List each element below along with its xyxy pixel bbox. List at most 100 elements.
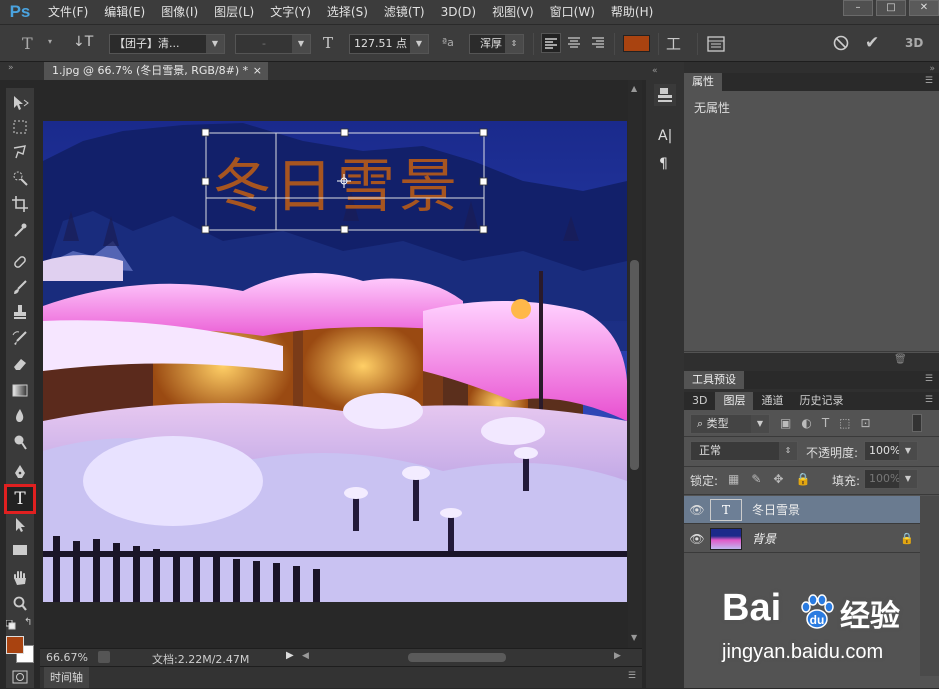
foreground-color-swatch[interactable] xyxy=(6,636,24,654)
layers-scrollbar[interactable] xyxy=(920,496,939,676)
menu-help[interactable]: 帮助(H) xyxy=(603,0,661,24)
rectangle-tool-icon[interactable] xyxy=(6,538,34,562)
pen-tool-icon[interactable] xyxy=(6,460,34,484)
visibility-eye-icon[interactable]: 👁 xyxy=(684,532,710,546)
text-filter-icon[interactable]: T xyxy=(822,416,829,430)
menu-view[interactable]: 视图(V) xyxy=(484,0,542,24)
tab-tool-presets[interactable]: 工具预设 xyxy=(684,371,744,389)
layer-name[interactable]: 冬日雪景 xyxy=(752,501,800,518)
visibility-eye-icon[interactable]: 👁 xyxy=(684,503,710,517)
menu-edit[interactable]: 编辑(E) xyxy=(96,0,153,24)
swap-colors-icon[interactable]: ↰ xyxy=(24,617,32,628)
character-panel-icon[interactable]: A| xyxy=(658,128,672,144)
panel-menu-icon[interactable]: ☰ xyxy=(925,374,933,384)
quick-mask-icon[interactable] xyxy=(12,670,28,684)
status-menu-arrow-icon[interactable]: ▶ xyxy=(286,650,294,661)
clone-stamp-tool-icon[interactable] xyxy=(6,300,34,324)
eyedropper-tool-icon[interactable] xyxy=(6,218,34,242)
lock-position-icon[interactable]: ✥ xyxy=(773,472,783,486)
vertical-scrollbar[interactable]: ▲ ▼ xyxy=(628,80,642,648)
expand-dock-icon[interactable]: « xyxy=(652,66,658,76)
scroll-right-icon[interactable]: ▶ xyxy=(614,651,621,661)
blend-mode-select[interactable]: 正常 ⇕ xyxy=(690,441,798,461)
lasso-tool-icon[interactable] xyxy=(6,140,34,164)
pixel-filter-icon[interactable]: ▣ xyxy=(780,416,791,430)
panel-menu-icon[interactable]: ☰ xyxy=(628,671,636,681)
filter-toggle[interactable] xyxy=(912,414,922,432)
lock-all-icon[interactable]: 🔒 xyxy=(795,472,810,486)
tab-history[interactable]: 历史记录 xyxy=(791,392,851,410)
crop-tool-icon[interactable] xyxy=(6,192,34,216)
align-center-button[interactable] xyxy=(565,33,583,55)
move-tool-icon[interactable] xyxy=(6,91,34,115)
spot-healing-tool-icon[interactable] xyxy=(6,250,34,274)
font-family-select[interactable]: 【团子】清... ▼ xyxy=(109,34,225,54)
scroll-up-icon[interactable]: ▲ xyxy=(631,84,637,93)
commit-check-icon[interactable]: ✔ xyxy=(865,33,879,53)
tab-3d[interactable]: 3D xyxy=(684,392,715,410)
scroll-left-icon[interactable]: ◀ xyxy=(302,651,309,661)
align-right-button[interactable] xyxy=(589,33,607,55)
eraser-tool-icon[interactable] xyxy=(6,352,34,376)
smart-object-filter-icon[interactable]: ⊡ xyxy=(861,416,871,430)
font-size-select[interactable]: 127.51 点 ▼ xyxy=(349,34,429,54)
hand-tool-icon[interactable] xyxy=(6,566,34,590)
status-info-icon[interactable] xyxy=(98,651,110,663)
vertical-scroll-thumb[interactable] xyxy=(630,260,639,470)
tool-presets-icon[interactable] xyxy=(654,84,676,106)
layer-name[interactable]: 背景 xyxy=(752,530,776,547)
text-color-swatch[interactable] xyxy=(623,35,650,52)
close-tab-icon[interactable]: × xyxy=(253,62,262,80)
timeline-tab[interactable]: 时间轴 xyxy=(44,667,89,688)
lock-pixels-icon[interactable]: ✎ xyxy=(751,472,761,486)
menu-3d[interactable]: 3D(D) xyxy=(433,0,484,24)
quick-selection-tool-icon[interactable] xyxy=(6,166,34,190)
character-panel-icon[interactable] xyxy=(706,35,726,57)
adjustment-filter-icon[interactable]: ◐ xyxy=(801,416,811,430)
gradient-tool-icon[interactable] xyxy=(6,378,34,402)
paragraph-panel-icon[interactable]: ¶ xyxy=(659,156,668,172)
cancel-icon[interactable] xyxy=(832,34,850,56)
menu-window[interactable]: 窗口(W) xyxy=(542,0,603,24)
panel-menu-icon[interactable]: ☰ xyxy=(925,76,933,86)
font-style-select[interactable]: - ▼ xyxy=(235,34,311,54)
blur-tool-icon[interactable] xyxy=(6,404,34,428)
menu-image[interactable]: 图像(I) xyxy=(153,0,206,24)
tab-channels[interactable]: 通道 xyxy=(753,392,791,410)
trash-icon[interactable]: 🗑 xyxy=(894,354,907,365)
scroll-down-icon[interactable]: ▼ xyxy=(631,633,637,642)
type-tool-icon[interactable]: T xyxy=(4,484,36,514)
history-brush-tool-icon[interactable] xyxy=(6,326,34,350)
document-tab[interactable]: 1.jpg @ 66.7% (冬日雪景, RGB/8#) * × xyxy=(44,62,268,80)
zoom-tool-icon[interactable] xyxy=(6,592,34,616)
3d-text-button[interactable]: 3D xyxy=(905,36,923,50)
path-selection-tool-icon[interactable] xyxy=(6,513,34,537)
layer-row[interactable]: 👁 T 冬日雪景 xyxy=(684,496,920,524)
tab-layers[interactable]: 图层 xyxy=(715,392,754,410)
marquee-tool-icon[interactable] xyxy=(6,115,34,139)
tab-properties[interactable]: 属性 xyxy=(684,73,722,91)
default-colors-icon[interactable] xyxy=(5,619,16,630)
warp-text-icon[interactable]: 工 xyxy=(666,33,681,54)
maximize-button[interactable]: □ xyxy=(876,0,906,16)
layer-row[interactable]: 👁 背景 🔒 xyxy=(684,525,920,553)
opacity-input[interactable]: 100% ▼ xyxy=(864,441,918,461)
antialias-select[interactable]: 浑厚 ⇕ xyxy=(469,34,524,54)
type-tool-preset-icon[interactable]: T xyxy=(22,34,33,53)
menu-layer[interactable]: 图层(L) xyxy=(206,0,262,24)
text-orientation-icon[interactable]: ↓T xyxy=(73,34,93,50)
close-button[interactable]: ✕ xyxy=(909,0,939,16)
document-canvas[interactable]: 冬日雪景 xyxy=(43,121,627,602)
collapse-toolbox-icon[interactable]: » xyxy=(8,63,14,73)
menu-file[interactable]: 文件(F) xyxy=(40,0,96,24)
menu-filter[interactable]: 滤镜(T) xyxy=(376,0,433,24)
fill-input[interactable]: 100% ▼ xyxy=(864,469,918,489)
layer-filter-select[interactable]: ⌕ 类型 ▼ xyxy=(690,414,770,434)
brush-tool-icon[interactable] xyxy=(6,275,34,299)
dodge-tool-icon[interactable] xyxy=(6,430,34,454)
minimize-button[interactable]: – xyxy=(843,0,873,16)
horizontal-scroll-thumb[interactable] xyxy=(408,653,506,662)
lock-transparent-icon[interactable]: ▦ xyxy=(728,472,739,486)
panel-menu-icon[interactable]: ☰ xyxy=(925,395,933,405)
align-left-button[interactable] xyxy=(541,33,561,53)
